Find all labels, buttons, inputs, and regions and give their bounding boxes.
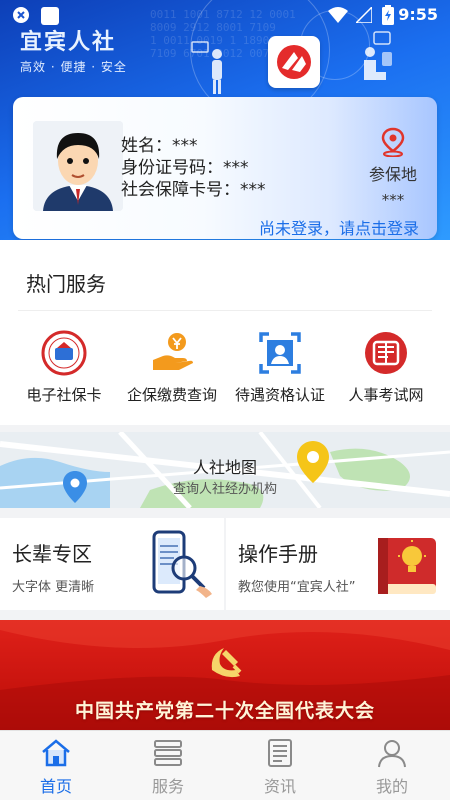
login-link[interactable]: 尚未登录，请点击登录 xyxy=(259,215,419,239)
service-personnel-exam-site[interactable]: 人事考试网 xyxy=(330,330,442,405)
hot-services-title: 热门服务 xyxy=(26,272,106,296)
person-illustration-icon xyxy=(191,41,222,94)
bottom-navigation: 首页 服务 资讯 我的 xyxy=(0,730,450,800)
location-pin-icon xyxy=(381,127,405,158)
service-label: 电子社保卡 xyxy=(26,386,102,404)
user-manual-tile[interactable]: 操作手册 教您使用“宜宾人社” xyxy=(226,518,450,610)
party-congress-banner[interactable]: 中国共产党第二十次全国代表大会 xyxy=(0,620,450,730)
profile-card[interactable]: 姓名：*** 身份证号码：*** 社会保障卡号：*** 参保地 *** 尚未登录… xyxy=(13,97,437,239)
social-security-card-icon xyxy=(41,330,87,376)
elder-zone-tile[interactable]: 长辈专区 大字体 更清晰 xyxy=(0,518,224,610)
feature-tiles: 长辈专区 大字体 更清晰 操作手册 教您使用“宜宾人社” xyxy=(0,518,450,610)
profile-id-number: 身份证号码：*** xyxy=(121,158,249,178)
hot-services-section: 热门服务 电子社保卡 企保缴费查询 待遇资格认证 人事考试网 xyxy=(0,240,450,425)
phone-magnifier-icon xyxy=(152,530,212,598)
map-subtitle: 查询人社经办机构 xyxy=(172,482,277,497)
service-label: 人事考试网 xyxy=(348,386,424,404)
profile-info: 姓名：*** 身份证号码：*** 社会保障卡号：*** xyxy=(121,135,266,201)
face-recognition-icon xyxy=(259,332,301,374)
news-icon xyxy=(268,739,292,767)
nav-home[interactable]: 首页 xyxy=(0,731,112,800)
app-logo xyxy=(268,36,320,88)
user-manual-title: 操作手册 xyxy=(238,542,318,566)
hr-map-entry[interactable]: 人社地图 查询人社经办机构 xyxy=(0,432,450,508)
insured-place-label: 参保地 xyxy=(368,165,417,184)
nav-services[interactable]: 服务 xyxy=(112,731,224,800)
service-label: 企保缴费查询 xyxy=(126,386,217,404)
seated-person-illustration-icon xyxy=(364,31,392,80)
user-icon xyxy=(378,740,406,768)
avatar xyxy=(33,121,123,211)
insured-place[interactable]: 参保地 *** xyxy=(361,127,425,209)
cellular-signal-icon xyxy=(356,7,372,23)
nav-news[interactable]: 资讯 xyxy=(224,731,336,800)
divider xyxy=(18,310,432,311)
default-avatar-icon xyxy=(33,121,123,211)
elder-zone-title: 长辈专区 xyxy=(12,542,92,566)
profile-ss-card-number: 社会保障卡号：*** xyxy=(121,180,266,200)
service-social-security-card[interactable]: 电子社保卡 xyxy=(8,330,120,405)
nav-label: 服务 xyxy=(151,777,184,796)
nav-label: 首页 xyxy=(39,777,72,796)
party-emblem-icon xyxy=(211,648,242,678)
nav-label: 我的 xyxy=(375,777,408,796)
user-manual-subtitle: 教您使用“宜宾人社” xyxy=(238,580,356,595)
battery-charging-icon xyxy=(382,5,394,25)
service-benefit-eligibility-auth[interactable]: 待遇资格认证 xyxy=(224,330,336,405)
service-label: 待遇资格认证 xyxy=(234,386,325,404)
manual-book-icon xyxy=(378,538,436,594)
status-time: 9:55 xyxy=(398,5,438,24)
profile-name: 姓名：*** xyxy=(121,136,198,156)
payment-hand-icon xyxy=(153,333,193,370)
nav-label: 资讯 xyxy=(263,777,296,796)
service-pension-payment-query[interactable]: 企保缴费查询 xyxy=(116,330,228,405)
exam-seal-icon xyxy=(365,332,407,374)
insured-place-value: *** xyxy=(381,191,405,209)
brand-slogan: 高效 · 便捷 · 安全 xyxy=(20,60,127,74)
service-list-icon xyxy=(154,740,182,766)
nav-mine[interactable]: 我的 xyxy=(336,731,448,800)
app-notification-icon xyxy=(41,7,59,25)
wifi-icon xyxy=(328,7,348,23)
home-icon xyxy=(42,739,70,767)
brand: 宜宾人社 高效 · 便捷 · 安全 xyxy=(20,24,127,75)
map-title: 人社地图 xyxy=(192,458,257,477)
app-logo-icon xyxy=(277,45,311,79)
brand-title: 宜宾人社 xyxy=(20,30,117,55)
elder-zone-subtitle: 大字体 更清晰 xyxy=(12,580,95,595)
banner-text: 中国共产党第二十次全国代表大会 xyxy=(74,700,375,722)
notification-close-icon xyxy=(13,7,29,23)
